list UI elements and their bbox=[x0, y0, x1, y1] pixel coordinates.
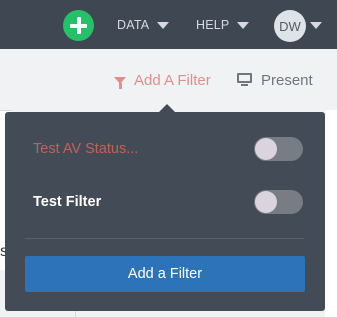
filter-popover: Test AV Status... Test Filter Add a Filt… bbox=[5, 104, 325, 311]
caret-down-icon[interactable] bbox=[310, 22, 322, 29]
user-avatar[interactable]: DW bbox=[274, 10, 306, 42]
right-content-panel bbox=[325, 110, 337, 317]
add-a-filter-button[interactable]: Add a Filter bbox=[25, 256, 305, 292]
nav-help-label: HELP bbox=[196, 18, 230, 32]
add-filter-link[interactable]: Add A Filter bbox=[114, 71, 211, 89]
toggle-knob bbox=[255, 138, 277, 160]
create-new-button[interactable] bbox=[63, 10, 94, 41]
present-link[interactable]: Present bbox=[237, 71, 313, 89]
funnel-icon bbox=[114, 76, 126, 89]
filter-toggle-test-av-status[interactable] bbox=[254, 137, 303, 161]
nav-data-label: DATA bbox=[117, 18, 150, 32]
filter-toggle-test-filter[interactable] bbox=[254, 190, 303, 214]
popover-arrow bbox=[159, 104, 175, 112]
nav-data-menu[interactable]: DATA bbox=[117, 17, 170, 33]
filter-row: Test AV Status... bbox=[33, 137, 303, 161]
popover-divider bbox=[25, 238, 304, 239]
nav-help-menu[interactable]: HELP bbox=[196, 17, 250, 33]
filter-label-test-filter[interactable]: Test Filter bbox=[33, 194, 101, 210]
caret-down-icon bbox=[237, 21, 250, 29]
monitor-icon bbox=[237, 73, 252, 87]
divider bbox=[75, 310, 76, 317]
filter-row: Test Filter bbox=[33, 190, 303, 214]
caret-down-icon bbox=[157, 21, 170, 29]
present-label: Present bbox=[261, 71, 313, 89]
top-nav-bar: DATA HELP DW bbox=[0, 0, 337, 49]
add-filter-label: Add A Filter bbox=[134, 71, 211, 89]
filter-label-test-av-status[interactable]: Test AV Status... bbox=[33, 141, 138, 157]
toggle-knob bbox=[255, 191, 277, 213]
